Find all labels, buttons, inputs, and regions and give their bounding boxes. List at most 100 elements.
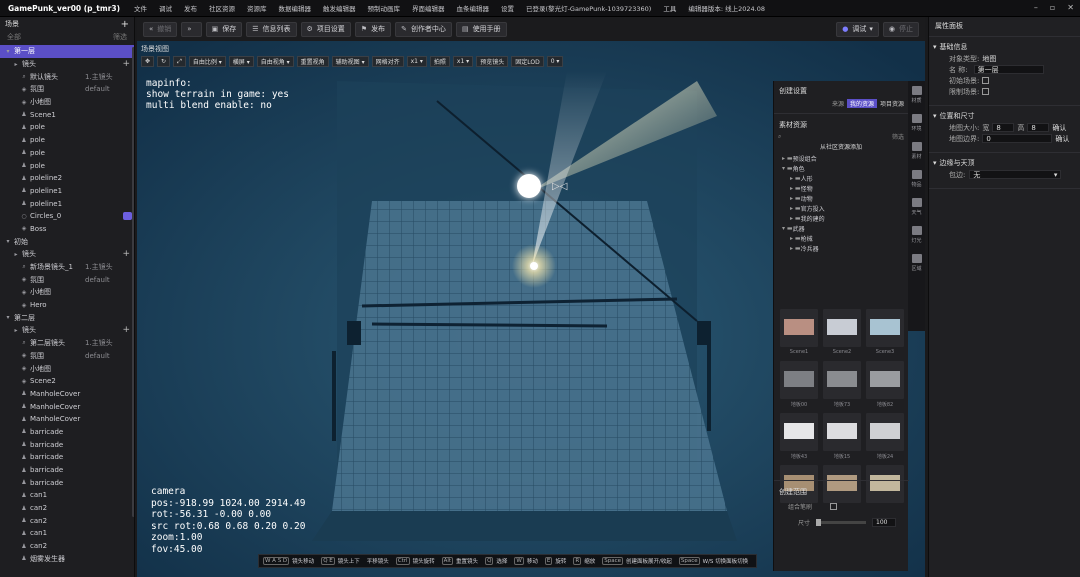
add-camera-icon[interactable]: + xyxy=(122,59,130,69)
tree-item[interactable]: ♟ ManholeCover xyxy=(0,400,134,413)
tree-item[interactable]: ♟ barricade xyxy=(0,438,134,451)
tree-item[interactable]: ♟ pole xyxy=(0,147,134,160)
asset-thumbnail[interactable] xyxy=(780,413,818,451)
add-camera-icon[interactable]: + xyxy=(122,325,130,335)
info-list-button[interactable]: ☰ 信息列表 xyxy=(246,21,297,37)
aspect-dropdown[interactable]: 自由比例 ▾ xyxy=(188,56,226,67)
orientation-dropdown[interactable]: 横屏 ▾ xyxy=(228,56,254,67)
tree-item[interactable]: ⌕ 默认镜头 1.主镜头 xyxy=(0,70,134,83)
menu-trigger-editor[interactable]: 触发编辑器 xyxy=(317,3,362,13)
asset-thumbnail[interactable] xyxy=(780,361,818,399)
size-confirm-button[interactable]: 确认 xyxy=(1052,123,1066,133)
asset-category-tab[interactable]: 物品 xyxy=(908,165,925,193)
close-icon[interactable]: ✕ xyxy=(1067,3,1074,12)
project-settings-button[interactable]: ⚙ 项目设置 xyxy=(300,21,351,37)
creator-center-button[interactable]: ✎ 创作者中心 xyxy=(395,21,452,37)
border-input[interactable]: 0 xyxy=(982,134,1053,143)
scene-search-input[interactable]: 全部 xyxy=(7,32,21,42)
tree-item[interactable]: ○ Circles_0 xyxy=(0,210,134,223)
tree-item[interactable]: ▾ 第一层 xyxy=(0,45,134,58)
fixed-lod-checkbox[interactable]: 固定LOD xyxy=(511,56,544,67)
menu-hpbar-editor[interactable]: 血条编辑器 xyxy=(451,3,496,13)
view-mode-dropdown[interactable]: 自由视角 ▾ xyxy=(256,56,294,67)
asset-folder[interactable]: ▸ ▬ 人形 xyxy=(782,173,908,183)
asset-thumbnail[interactable] xyxy=(866,413,904,451)
helper-view-dropdown[interactable]: 辅助视图 ▾ xyxy=(331,56,369,67)
asset-folder[interactable]: ▸ ▬ 枪械 xyxy=(782,233,908,243)
height-input[interactable]: 8 xyxy=(1027,123,1050,132)
menu-anim-lib[interactable]: 预制动画库 xyxy=(362,3,407,13)
asset-category-tab[interactable]: 材质 xyxy=(908,81,925,109)
grid-snap-toggle[interactable]: 网格对齐 xyxy=(371,56,404,67)
tree-item[interactable]: ♟ can2 xyxy=(0,514,134,527)
tree-item[interactable]: ▾ 第二层 xyxy=(0,311,134,324)
combine-brush-checkbox[interactable] xyxy=(830,502,838,510)
border-confirm-button[interactable]: 确认 xyxy=(1055,134,1069,144)
menu-data-editor[interactable]: 数据编辑器 xyxy=(273,3,318,13)
scene-tree-scrollbar[interactable] xyxy=(132,47,134,517)
grid-scale-dropdown[interactable]: x1 ▾ xyxy=(406,56,427,67)
tree-item[interactable]: ◈ Hero xyxy=(0,299,134,312)
asset-thumbnail[interactable] xyxy=(823,413,861,451)
asset-thumbnail[interactable] xyxy=(780,309,818,347)
tree-item[interactable]: ⌕ 新场景镜头_1 1.主镜头 xyxy=(0,261,134,274)
tree-item[interactable]: ◈ 小地图 xyxy=(0,362,134,375)
tree-item[interactable]: ♟ can1 xyxy=(0,527,134,540)
asset-category-tab[interactable]: 天气 xyxy=(908,193,925,221)
scale-tool-icon[interactable]: ⤢ xyxy=(173,56,186,67)
visibility-icon[interactable] xyxy=(123,212,132,221)
asset-thumbnail[interactable] xyxy=(823,309,861,347)
menu-settings[interactable]: 设置 xyxy=(495,3,520,13)
chevron-down-icon[interactable]: ▾ xyxy=(933,159,937,167)
tree-item[interactable]: ♟ barricade xyxy=(0,451,134,464)
menu-debug[interactable]: 调试 xyxy=(153,3,178,13)
asset-folder[interactable]: ▸ ▬ 怪物 xyxy=(782,183,908,193)
tree-item[interactable]: ◈ 氛围 default xyxy=(0,83,134,96)
reset-view-button[interactable]: 重置视角 xyxy=(296,56,329,67)
login-status[interactable]: 已登录(黎光灯-GamePunk-1039723360) xyxy=(520,3,657,13)
asset-folder[interactable]: ▾ ▬ 武器 xyxy=(782,223,908,233)
wrap-dropdown[interactable]: 无 ▾ xyxy=(969,170,1062,179)
menu-publish[interactable]: 发布 xyxy=(178,3,203,13)
camera-gizmo-icon[interactable]: ▷◁ xyxy=(552,181,567,192)
asset-category-tab[interactable]: 环境 xyxy=(908,109,925,137)
tree-item[interactable]: ◈ Scene2 xyxy=(0,375,134,388)
scene-filter-button[interactable]: 筛选 xyxy=(113,32,127,42)
tree-item[interactable]: ♟ poleline1 xyxy=(0,185,134,198)
maximize-icon[interactable]: ▫ xyxy=(1050,3,1055,12)
tree-item[interactable]: ♟ ManholeCover xyxy=(0,413,134,426)
asset-category-tab[interactable]: 素材 xyxy=(908,137,925,165)
tree-item[interactable]: ♟ ManholeCover xyxy=(0,388,134,401)
menu-ui-editor[interactable]: 界面编辑器 xyxy=(406,3,451,13)
tree-item[interactable]: ♟ barricade xyxy=(0,426,134,439)
tree-item[interactable]: ♟ can2 xyxy=(0,502,134,515)
tree-item[interactable]: ♟ barricade xyxy=(0,476,134,489)
menu-file[interactable]: 文件 xyxy=(128,3,153,13)
asset-folder[interactable]: ▸ ▬ 我的建的 xyxy=(782,213,908,223)
minimize-icon[interactable]: – xyxy=(1034,3,1038,12)
tree-item[interactable]: ♟ pole xyxy=(0,159,134,172)
chevron-down-icon[interactable]: ▾ xyxy=(933,43,937,51)
tree-item[interactable]: ◈ 氛围 default xyxy=(0,350,134,363)
publish-button[interactable]: ⚑ 发布 xyxy=(354,21,392,37)
lod-level-dropdown[interactable]: 0 ▾ xyxy=(546,56,564,67)
size-slider[interactable] xyxy=(816,518,867,526)
tree-item[interactable]: ◈ Boss xyxy=(0,223,134,236)
size-input[interactable]: 100 xyxy=(872,517,897,527)
stop-button[interactable]: ◉ 停止 xyxy=(882,21,919,37)
asset-thumbnail[interactable] xyxy=(866,361,904,399)
add-from-community-button[interactable]: 从社区资源添加 xyxy=(774,142,908,153)
light-gizmo-icon[interactable] xyxy=(517,174,541,198)
tree-item[interactable]: ◈ 小地图 xyxy=(0,286,134,299)
asset-folder[interactable]: ▸ ▬ 官方投入 xyxy=(782,203,908,213)
asset-folder[interactable]: ▸ ▬ 动物 xyxy=(782,193,908,203)
save-button[interactable]: ▣ 保存 xyxy=(205,21,243,37)
add-scene-icon[interactable]: + xyxy=(121,19,129,30)
init-scene-checkbox[interactable] xyxy=(982,77,990,84)
my-assets-tab[interactable]: 我的资源 xyxy=(846,98,877,108)
tree-item[interactable]: ▸ 镜头 + xyxy=(0,58,134,71)
asset-filter-button[interactable]: 筛选 xyxy=(892,132,904,141)
tree-item[interactable]: ♟ Scene1 xyxy=(0,108,134,121)
asset-category-tab[interactable]: 区域 xyxy=(908,249,925,277)
undo-button[interactable]: «撤销 xyxy=(143,21,178,37)
